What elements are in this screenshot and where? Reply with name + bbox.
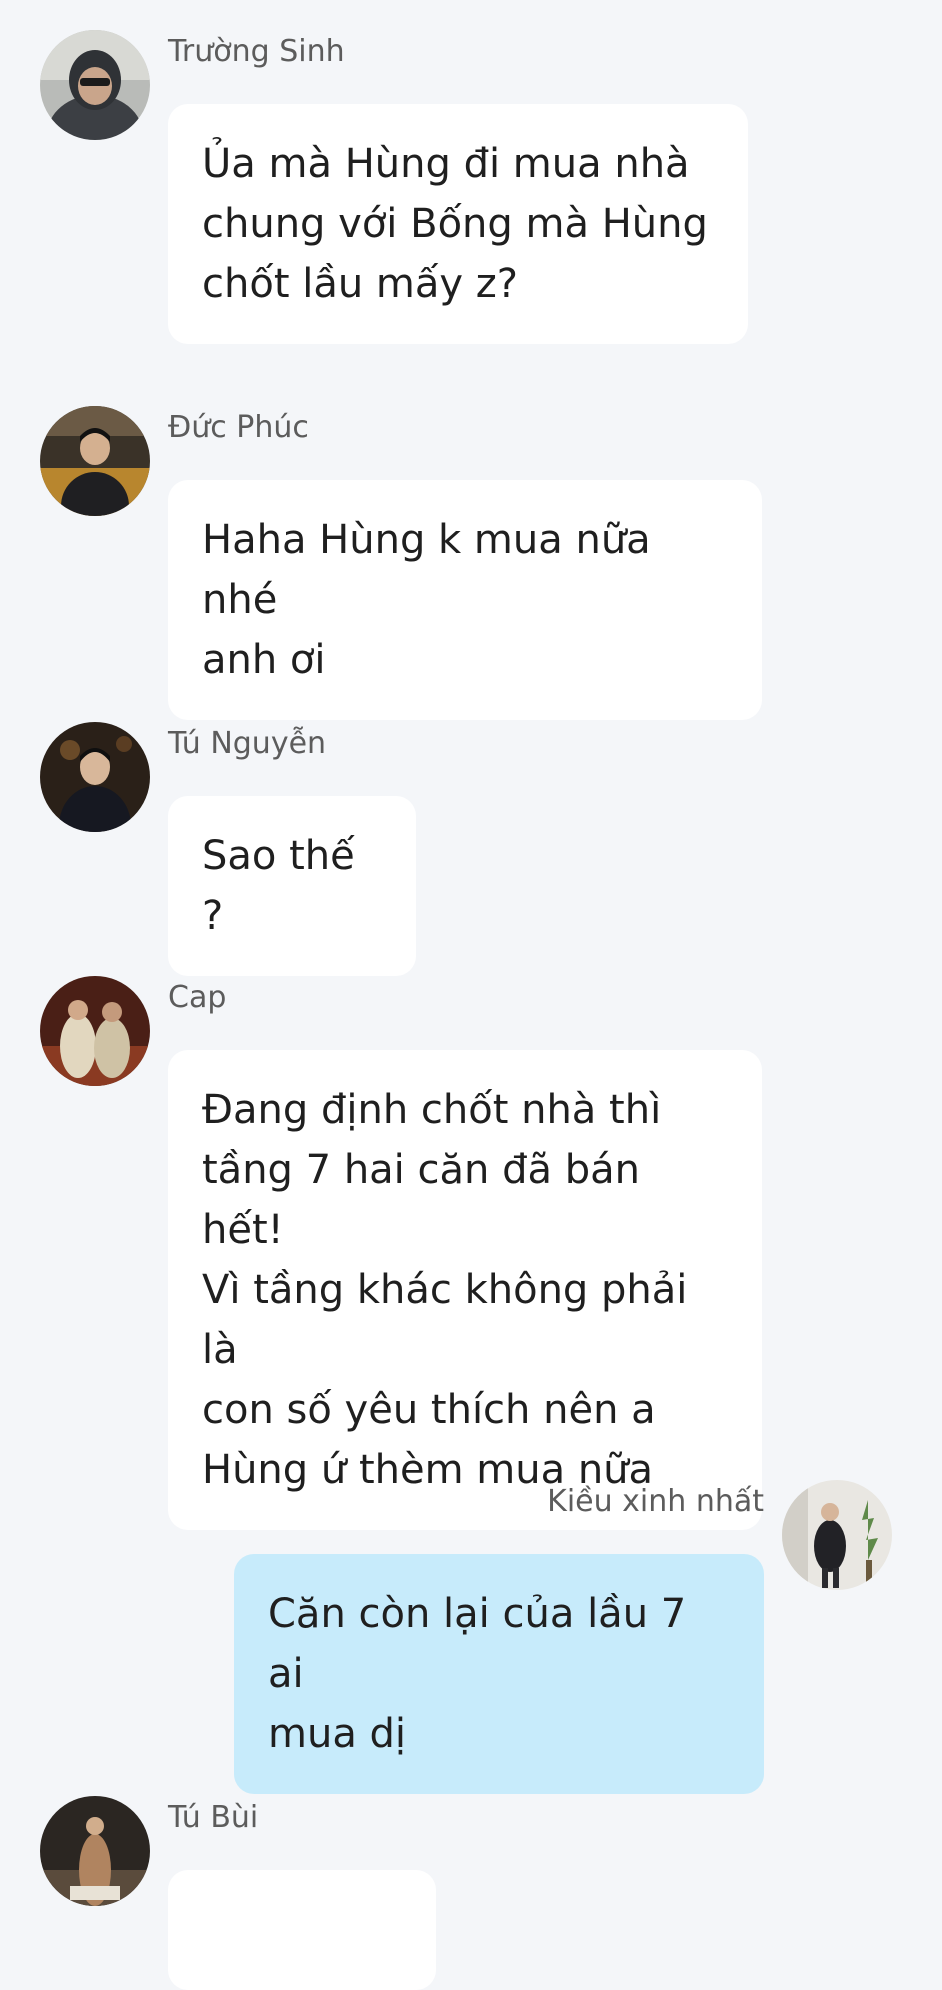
avatar-photo-icon (782, 1480, 892, 1590)
message-bubble[interactable]: Haha Hùng k mua nữa nhé anh ơi (168, 480, 762, 720)
sender-name: Tú Nguyễn (168, 726, 327, 761)
message-bubble[interactable]: Sao thế ? (168, 796, 416, 976)
avatar-photo-icon (40, 30, 150, 140)
message-bubble[interactable]: Căn còn lại của lầu 7 ai mua dị (234, 1554, 764, 1794)
sender-name: Trường Sinh (168, 34, 345, 69)
avatar[interactable] (40, 406, 150, 516)
avatar[interactable] (40, 976, 150, 1086)
avatar[interactable] (40, 30, 150, 140)
avatar-photo-icon (40, 1796, 150, 1906)
sender-name: Tú Bùi (168, 1800, 259, 1835)
avatar[interactable] (782, 1480, 892, 1590)
avatar-photo-icon (40, 722, 150, 832)
avatar[interactable] (40, 722, 150, 832)
avatar-photo-icon (40, 976, 150, 1086)
message-bubble[interactable] (168, 1870, 436, 1990)
sender-name: Kiều xinh nhất (547, 1484, 764, 1519)
message-bubble[interactable]: Ủa mà Hùng đi mua nhà chung với Bống mà … (168, 104, 748, 344)
message-bubble[interactable]: Đang định chốt nhà thì tầng 7 hai căn đã… (168, 1050, 762, 1530)
avatar[interactable] (40, 1796, 150, 1906)
avatar-photo-icon (40, 406, 150, 516)
sender-name: Đức Phúc (168, 410, 309, 445)
sender-name: Cap (168, 980, 227, 1015)
